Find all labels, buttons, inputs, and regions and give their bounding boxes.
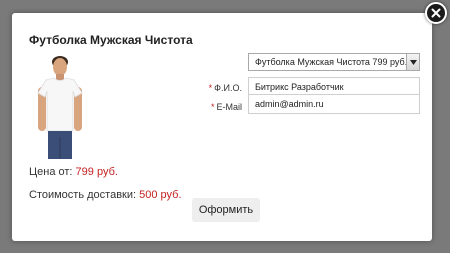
email-field[interactable]: admin@admin.ru — [248, 94, 420, 114]
close-icon — [431, 8, 441, 18]
delivery-value: 500 руб. — [139, 189, 182, 201]
submit-order-button[interactable]: Оформить — [192, 198, 260, 222]
price-label: Цена от: — [29, 166, 73, 178]
name-label: * Ф.И.О. — [182, 83, 242, 93]
product-select-value: Футболка Мужская Чистота 799 руб. — [255, 57, 408, 67]
close-button[interactable] — [425, 2, 447, 24]
email-label: * E-Mail — [182, 102, 242, 112]
required-mark: * — [210, 102, 215, 112]
delivery-row: Стоимость доставки: 500 руб. — [29, 189, 182, 201]
order-modal: Футболка Мужская Чистота Цена от: 799 ру… — [12, 13, 432, 241]
price-row: Цена от: 799 руб. — [29, 166, 118, 178]
product-image — [37, 56, 83, 159]
required-mark: * — [208, 83, 213, 93]
product-select[interactable]: Футболка Мужская Чистота 799 руб. — [248, 53, 420, 71]
chevron-down-icon[interactable] — [406, 54, 419, 70]
delivery-label: Стоимость доставки: — [29, 189, 137, 201]
name-label-text: Ф.И.О. — [214, 83, 242, 93]
email-label-text: E-Mail — [216, 102, 242, 112]
modal-title: Футболка Мужская Чистота — [29, 33, 193, 47]
price-value: 799 руб. — [75, 166, 118, 178]
